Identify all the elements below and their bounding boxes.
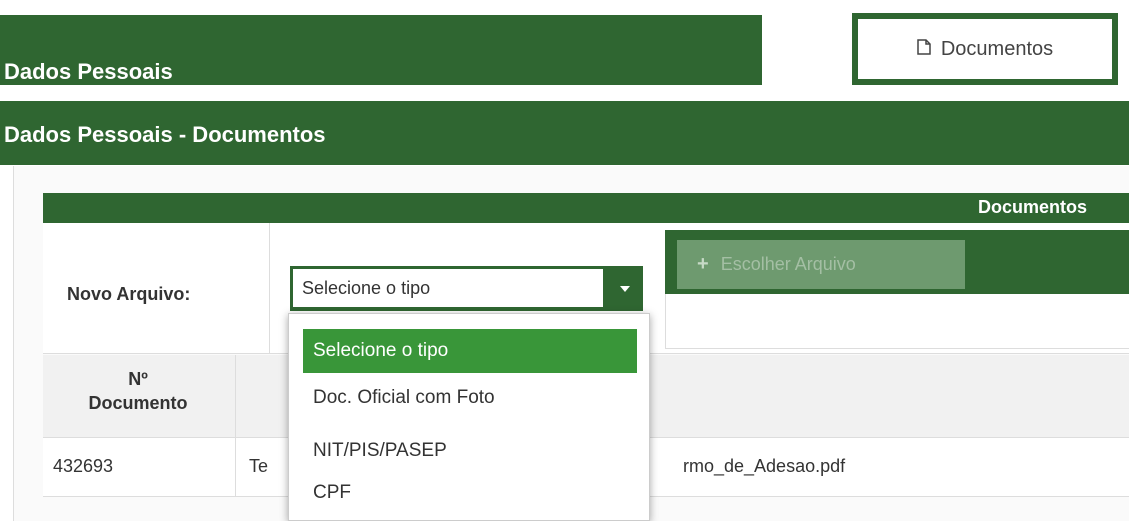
documents-button[interactable]: Documentos xyxy=(858,19,1112,79)
choose-file-label: Escolher Arquivo xyxy=(720,254,856,274)
new-file-label: Novo Arquivo: xyxy=(67,284,191,304)
document-number-cell: 432693 xyxy=(53,456,114,476)
column-divider xyxy=(235,438,236,496)
dropdown-option[interactable]: NIT/PIS/PASEP xyxy=(303,429,637,473)
chevron-down-icon[interactable] xyxy=(607,266,643,311)
file-icon xyxy=(917,38,931,61)
document-type-select[interactable]: Selecione o tipo xyxy=(290,266,643,311)
document-name-cell-start: Te xyxy=(249,456,269,476)
document-name-cell-end: rmo_de_Adesao.pdf xyxy=(683,456,846,476)
subheader-title: Dados Pessoais - Documentos xyxy=(4,122,326,147)
column-header-number: Nº Documento xyxy=(88,369,188,413)
section-title: Dados Pessoais xyxy=(4,59,173,84)
column-divider xyxy=(269,223,270,353)
choose-file-button[interactable]: + Escolher Arquivo xyxy=(677,240,965,289)
dropdown-option[interactable]: Doc. Oficial com Foto xyxy=(303,376,637,420)
dropdown-option[interactable]: CPF xyxy=(303,471,637,515)
documents-button-label: Documentos xyxy=(940,37,1054,60)
documents-table-header: Documentos xyxy=(43,193,1129,223)
subheader: Dados Pessoais - Documentos xyxy=(0,101,1129,165)
dropdown-option[interactable]: Selecione o tipo xyxy=(303,329,637,373)
column-divider xyxy=(235,355,236,437)
plus-icon: + xyxy=(697,253,709,275)
select-value: Selecione o tipo xyxy=(293,269,603,307)
documents-button-frame: Documentos xyxy=(852,13,1118,85)
section-header: Dados Pessoais xyxy=(0,15,762,85)
documents-table-title: Documentos xyxy=(977,197,1087,217)
document-type-dropdown: Selecione o tipo Doc. Oficial com Foto N… xyxy=(288,313,650,521)
